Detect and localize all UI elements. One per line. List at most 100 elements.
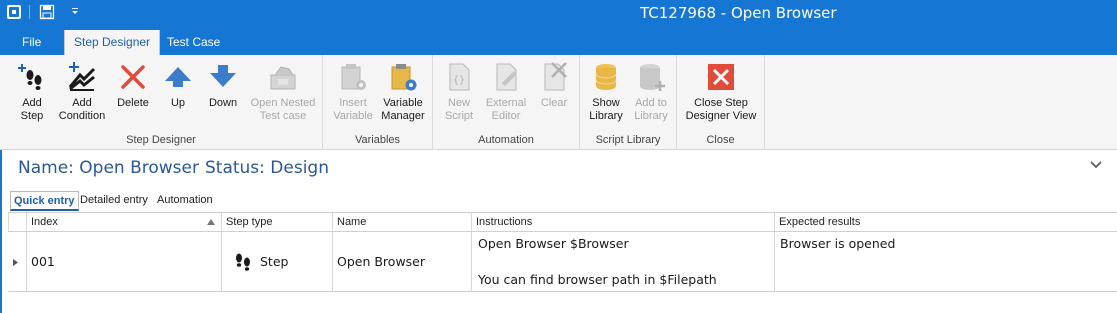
cell-name[interactable]: Open Browser <box>332 232 471 292</box>
insert-variable-label-1: Insert <box>339 97 367 109</box>
ribbon-tab-row: File Step Designer Test Case <box>0 26 1117 55</box>
app-icon[interactable] <box>6 4 22 20</box>
svg-text:{}: {} <box>453 75 465 86</box>
tab-test-case[interactable]: Test Case <box>158 30 229 55</box>
add-condition-button[interactable]: Add Condition <box>56 61 108 123</box>
close-view-label-1: Close Step <box>694 97 748 109</box>
show-library-icon <box>595 64 617 90</box>
testcase-header: Name: Open Browser Status: Design <box>18 158 329 178</box>
tab-automation[interactable]: Automation <box>157 191 213 211</box>
delete-icon <box>121 65 145 89</box>
external-editor-label-2: Editor <box>491 110 521 122</box>
show-library-label-2: Library <box>589 110 623 122</box>
tab-detailed-entry[interactable]: Detailed entry <box>80 191 148 211</box>
down-button[interactable]: Down <box>203 61 243 110</box>
quick-access-icon[interactable] <box>70 6 80 16</box>
footsteps-icon <box>18 64 42 90</box>
add-to-library-label-2: Library <box>634 110 668 122</box>
cell-instructions-line1: Open Browser $Browser <box>478 236 629 251</box>
insert-variable-icon <box>341 64 366 90</box>
close-step-designer-view-button[interactable]: Close Step Designer View <box>681 61 761 123</box>
external-editor-button[interactable]: External Editor <box>483 61 529 123</box>
group-script-library: Show Library Add to Library Script Libra… <box>580 55 677 150</box>
column-header-name[interactable]: Name <box>332 213 471 232</box>
column-header-expected-results[interactable]: Expected results <box>774 213 1117 232</box>
cell-expected-results[interactable]: Browser is opened <box>774 232 1117 292</box>
new-script-label-1: New <box>447 97 470 109</box>
cell-index[interactable]: 001 <box>26 232 221 292</box>
footsteps-icon <box>236 253 250 271</box>
open-nested-testcase-button[interactable]: Open Nested Test case <box>248 61 318 123</box>
delete-button[interactable]: Delete <box>113 61 153 110</box>
cell-instructions-line2: You can find browser path in $Filepath <box>478 272 717 287</box>
add-condition-label-1: Add <box>72 97 92 109</box>
column-header-step-type[interactable]: Step type <box>221 213 332 232</box>
row-selector[interactable] <box>8 232 26 292</box>
add-to-library-icon <box>640 64 665 91</box>
insert-variable-label-2: Variable <box>333 110 373 122</box>
variable-manager-label-2: Manager <box>381 110 425 122</box>
add-step-label-1: Add <box>22 97 42 109</box>
add-to-library-button[interactable]: Add to Library <box>630 61 672 123</box>
cell-instructions[interactable]: Open Browser $Browser You can find brows… <box>471 232 774 292</box>
header-row-selector <box>8 213 26 232</box>
insert-variable-button[interactable]: Insert Variable <box>330 61 376 123</box>
column-header-index-label: Index <box>31 216 58 228</box>
clear-label: Clear <box>540 97 568 109</box>
open-nested-icon <box>270 66 296 90</box>
group-automation: {} New Script External Editor Clear Auto… <box>433 55 580 150</box>
testcase-name: Name: Open Browser <box>18 158 199 178</box>
show-library-label-1: Show <box>592 97 620 109</box>
cell-name-text: Open Browser <box>337 254 426 269</box>
table-row[interactable]: 001 Step Open Browser Open Browser $Brow… <box>8 232 1117 292</box>
clear-icon <box>544 62 567 91</box>
down-label: Down <box>208 97 238 109</box>
group-label-automation: Automation <box>478 134 534 146</box>
sort-asc-icon <box>207 219 215 225</box>
save-icon[interactable] <box>39 4 55 20</box>
arrow-down-icon <box>210 65 236 87</box>
tab-quick-entry[interactable]: Quick entry <box>10 191 79 211</box>
group-label-step-designer: Step Designer <box>126 134 196 146</box>
cell-expected-text: Browser is opened <box>780 236 896 251</box>
cell-step-type-text: Step <box>260 254 289 269</box>
delete-label: Delete <box>117 97 149 109</box>
ribbon: Add Step Add Condition Delete Up Down Op… <box>0 55 1117 150</box>
show-library-button[interactable]: Show Library <box>586 61 626 123</box>
variable-manager-label-1: Variable <box>383 97 423 109</box>
add-condition-icon <box>68 62 96 91</box>
add-to-library-label-1: Add to <box>635 97 667 109</box>
row-arrow-icon <box>13 259 18 266</box>
column-header-instructions[interactable]: Instructions <box>471 213 774 232</box>
collapse-chevron-icon[interactable] <box>1090 160 1102 170</box>
title-bar: TC127968 - Open Browser <box>0 0 1117 26</box>
open-nested-label-1: Open Nested <box>250 97 316 109</box>
clear-button[interactable]: Clear <box>534 61 574 110</box>
arrow-up-icon <box>165 67 191 87</box>
up-label: Up <box>170 97 186 109</box>
testcase-status: Status: Design <box>204 158 329 178</box>
group-label-variables: Variables <box>354 134 401 146</box>
variable-manager-button[interactable]: Variable Manager <box>379 61 427 123</box>
external-editor-label-1: External <box>485 97 527 109</box>
new-script-icon: {} <box>449 63 470 91</box>
new-script-label-2: Script <box>444 110 474 122</box>
close-view-icon <box>708 64 734 90</box>
cell-step-type[interactable]: Step <box>221 232 332 292</box>
group-step-designer: Add Step Add Condition Delete Up Down Op… <box>0 55 323 150</box>
titlebar-separator <box>29 5 30 19</box>
group-close: Close Step Designer View Close <box>677 55 765 150</box>
external-editor-icon <box>496 63 517 91</box>
new-script-button[interactable]: {} New Script <box>439 61 479 123</box>
column-header-index[interactable]: Index <box>26 213 221 232</box>
group-label-close: Close <box>706 134 735 146</box>
add-step-button[interactable]: Add Step <box>12 61 52 123</box>
group-label-script-library: Script Library <box>595 134 661 146</box>
up-button[interactable]: Up <box>159 61 197 110</box>
tab-step-designer[interactable]: Step Designer <box>64 30 161 55</box>
grid-header: Index Step type Name Instructions Expect… <box>8 213 1117 232</box>
close-view-label-2: Designer View <box>685 110 757 122</box>
open-nested-label-2: Test case <box>259 110 307 122</box>
cell-index-text: 001 <box>31 254 55 269</box>
tab-file[interactable]: File <box>13 30 50 55</box>
